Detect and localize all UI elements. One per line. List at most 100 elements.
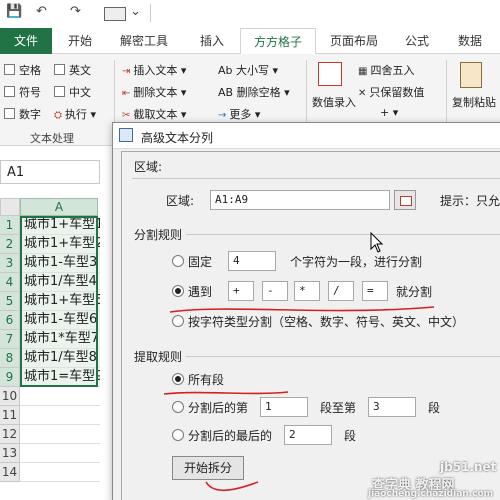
- grid-cell[interactable]: [20, 387, 100, 406]
- row-header[interactable]: 8: [0, 349, 20, 368]
- round-button[interactable]: ▦ 四舍五入: [358, 62, 414, 78]
- customize-quickbar-icon[interactable]: ⌄: [130, 4, 141, 19]
- extract-text-icon: ✂: [122, 110, 131, 121]
- save-icon[interactable]: 💾: [6, 4, 22, 19]
- radio-after-split-range[interactable]: [172, 401, 184, 413]
- checkbox-space[interactable]: 空格: [4, 62, 41, 78]
- hint-text: 提示：只允: [440, 194, 500, 208]
- row-header[interactable]: 14: [0, 463, 20, 482]
- name-box[interactable]: A1: [0, 160, 100, 184]
- advanced-split-dialog: 高级文本分列 区域: 区域: A1:A9 提示：只允 分割规则 固定 4 个字符…: [112, 122, 500, 500]
- radio-all-segments[interactable]: [172, 373, 184, 385]
- tab-decrypt-tools[interactable]: 解密工具: [120, 32, 168, 49]
- encounter-label: 遇到: [188, 285, 213, 299]
- delimiter-input-5[interactable]: =: [362, 281, 388, 301]
- region-input[interactable]: A1:A9: [210, 190, 390, 210]
- delimiter-input-3[interactable]: *: [294, 281, 320, 301]
- delete-space-button[interactable]: AB 删除空格 ▾: [218, 84, 290, 100]
- region-label: 区域:: [166, 194, 195, 208]
- dialog-panel: 区域: 区域: A1:A9 提示：只允 分割规则 固定 4 个字符为一段，进行分…: [121, 151, 500, 500]
- row-header[interactable]: 10: [0, 387, 20, 406]
- checkbox-box[interactable]: [54, 64, 65, 75]
- tab-data[interactable]: 数据: [458, 32, 482, 49]
- checkbox-label: 中文: [69, 86, 91, 99]
- last-segments-input[interactable]: 2: [284, 425, 332, 445]
- after-split-prefix: 分割后的第: [188, 401, 249, 415]
- more-button[interactable]: → 更多 ▾: [218, 106, 260, 122]
- checkbox-number[interactable]: 数字: [4, 106, 41, 122]
- checkbox-english[interactable]: 英文: [54, 62, 91, 78]
- row-header[interactable]: 1: [0, 216, 20, 235]
- delete-text-icon: ⇤: [122, 88, 131, 99]
- radio-fixed[interactable]: [172, 255, 184, 267]
- row-header[interactable]: 4: [0, 273, 20, 292]
- red-checkmark-annotation: [205, 481, 259, 492]
- row-header[interactable]: 6: [0, 311, 20, 330]
- row-header[interactable]: 2: [0, 235, 20, 254]
- split-rules-divider: [186, 234, 500, 235]
- checkbox-box[interactable]: [54, 86, 65, 97]
- insert-text-button[interactable]: ⇥ 插入文本 ▾: [122, 62, 186, 78]
- segment-from-input[interactable]: 1: [260, 397, 308, 417]
- print-preview-icon[interactable]: [104, 7, 126, 21]
- checkbox-chinese[interactable]: 中文: [54, 84, 91, 100]
- insert-text-icon: ⇥: [122, 66, 131, 77]
- delimiter-input-1[interactable]: +: [228, 281, 254, 301]
- row-header[interactable]: 13: [0, 444, 20, 463]
- redo-icon[interactable]: ↷: [70, 4, 81, 19]
- radio-encounter[interactable]: [172, 285, 184, 297]
- start-split-button[interactable]: 开始拆分: [172, 456, 244, 480]
- delete-text-button[interactable]: ⇤ 删除文本 ▾: [122, 84, 186, 100]
- value-entry-icon[interactable]: [318, 62, 342, 86]
- row-header[interactable]: 11: [0, 406, 20, 425]
- checkbox-box[interactable]: [4, 86, 15, 97]
- value-entry-button[interactable]: 数值录入: [312, 94, 356, 110]
- column-header-a[interactable]: A: [20, 198, 98, 216]
- extract-text-label: 截取文本 ▾: [133, 108, 187, 121]
- undo-icon[interactable]: ↶: [36, 4, 47, 19]
- row-header[interactable]: 12: [0, 425, 20, 444]
- keep-values-icon: ✕: [358, 88, 367, 99]
- copy-paste-button[interactable]: 复制粘贴: [452, 94, 496, 110]
- tab-insert[interactable]: 插入: [200, 32, 224, 49]
- grid-cell[interactable]: [20, 444, 100, 463]
- grid-cell[interactable]: [20, 463, 100, 482]
- extract-text-button[interactable]: ✂ 截取文本 ▾: [122, 106, 186, 122]
- execute-icon: ⛭: [54, 110, 62, 121]
- tab-file[interactable]: 文件: [0, 28, 52, 54]
- calc-more-button[interactable]: + ▾: [380, 106, 398, 119]
- ribbon-tabs: 文件 开始 解密工具 插入 方方格子 页面布局 公式 数据: [0, 28, 500, 55]
- checkbox-box[interactable]: [4, 108, 15, 119]
- delimiter-input-2[interactable]: -: [262, 281, 288, 301]
- row-header[interactable]: 5: [0, 292, 20, 311]
- execute-button[interactable]: ⛭ 执行 ▾: [54, 106, 96, 122]
- tab-page-layout[interactable]: 页面布局: [330, 32, 378, 49]
- fixed-length-input[interactable]: 4: [228, 251, 276, 271]
- grid-cell[interactable]: [20, 425, 100, 444]
- segment-suffix: 段: [428, 401, 441, 415]
- row-header[interactable]: 9: [0, 368, 20, 387]
- row-header[interactable]: 3: [0, 254, 20, 273]
- checkbox-label: 数字: [19, 108, 41, 121]
- grid-cell[interactable]: [20, 406, 100, 425]
- insert-text-label: 插入文本 ▾: [133, 64, 187, 77]
- clipboard-icon[interactable]: [460, 62, 482, 88]
- tab-formulas[interactable]: 公式: [405, 32, 429, 49]
- range-picker-button[interactable]: [394, 190, 416, 210]
- row-header[interactable]: 7: [0, 330, 20, 349]
- tab-fangfang-grid[interactable]: 方方格子: [240, 28, 316, 55]
- segment-mid-label: 段至第: [320, 401, 357, 415]
- select-all-corner[interactable]: [0, 198, 20, 216]
- keep-values-label: 只保留数值: [369, 86, 425, 99]
- extract-rules-title: 提取规则: [134, 350, 183, 364]
- checkbox-symbol[interactable]: 符号: [4, 84, 41, 100]
- radio-last-segments[interactable]: [172, 429, 184, 441]
- keep-values-button[interactable]: ✕ 只保留数值: [358, 84, 424, 100]
- segment-to-input[interactable]: 3: [368, 397, 416, 417]
- tab-home[interactable]: 开始: [68, 32, 92, 49]
- checkbox-box[interactable]: [4, 64, 15, 75]
- radio-by-char-type[interactable]: [172, 315, 184, 327]
- checkbox-label: 空格: [19, 64, 41, 77]
- delimiter-input-4[interactable]: /: [328, 281, 354, 301]
- case-button[interactable]: Ab 大小写 ▾: [218, 62, 278, 78]
